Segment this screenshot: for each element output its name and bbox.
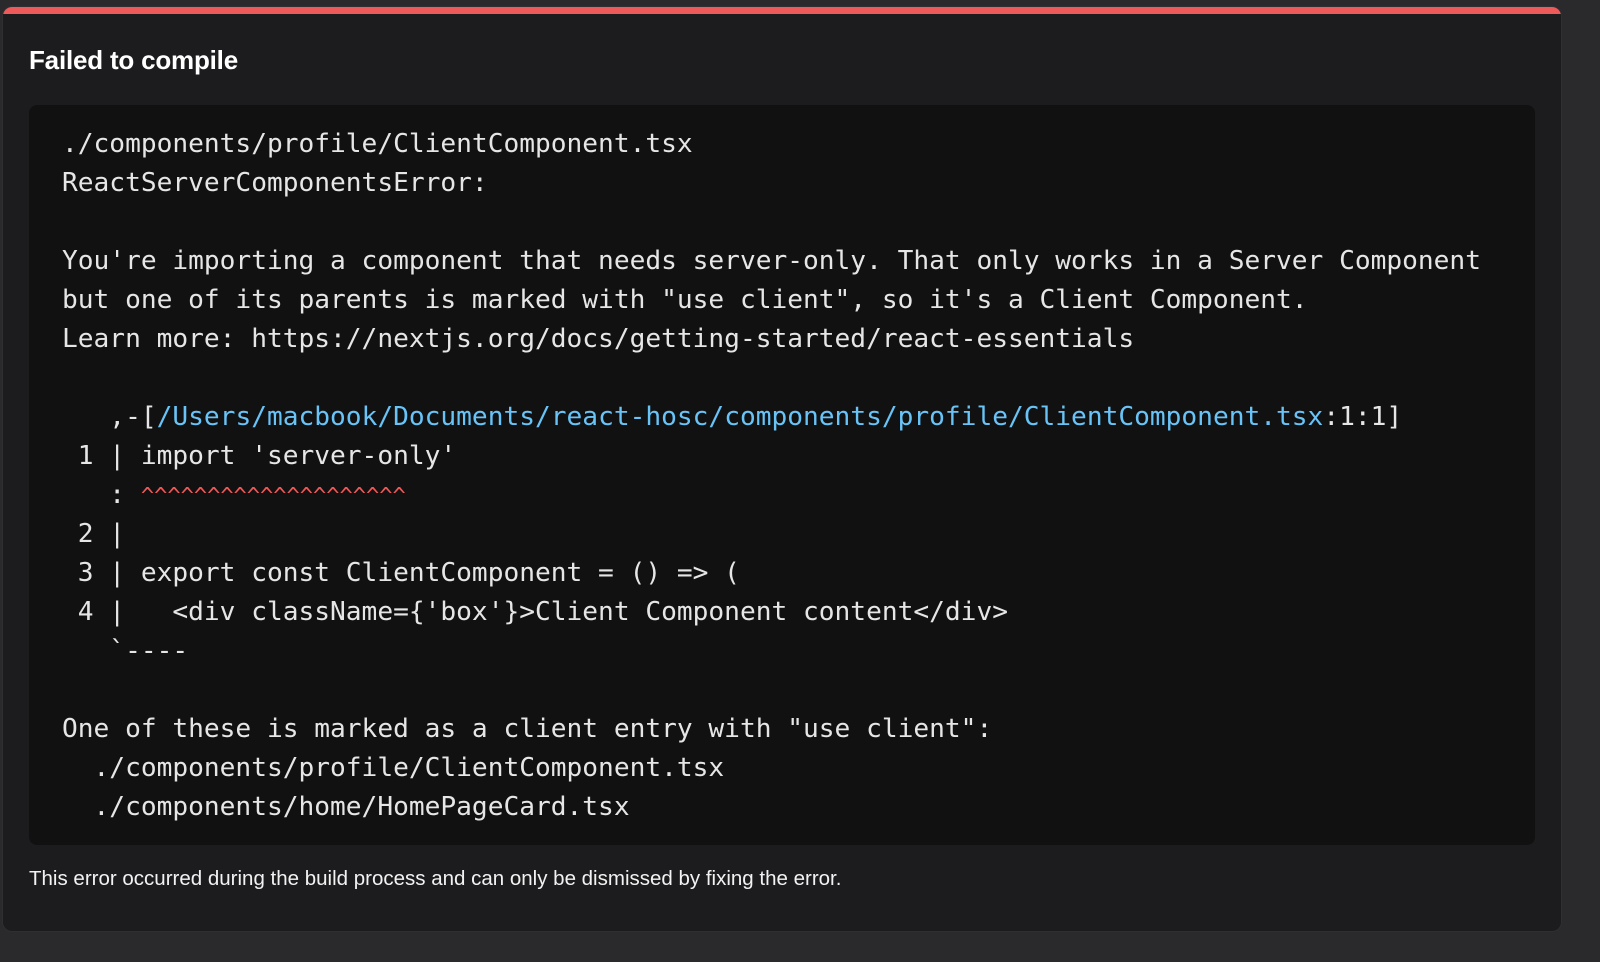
error-dialog: Failed to compile ./components/profile/C… bbox=[2, 6, 1562, 932]
code-line-2: 2 | bbox=[62, 519, 126, 549]
error-output: ./components/profile/ClientComponent.tsx… bbox=[62, 125, 1481, 827]
code-line-4: 4 | <div className={'box'}>Client Compon… bbox=[62, 597, 1008, 627]
error-overlay: Failed to compile ./components/profile/C… bbox=[0, 0, 1600, 962]
client-entry-item: ./components/profile/ClientComponent.tsx bbox=[62, 753, 725, 783]
code-frame-footer: `---- bbox=[62, 636, 189, 666]
code-frame-suffix: :1:1] bbox=[1323, 402, 1403, 432]
error-file-path: ./components/profile/ClientComponent.tsx bbox=[62, 129, 693, 159]
dialog-title: Failed to compile bbox=[29, 45, 238, 75]
error-message-line-2: but one of its parents is marked with "u… bbox=[62, 285, 1308, 315]
error-accent-bar bbox=[3, 7, 1561, 14]
code-marker-prefix: : bbox=[62, 480, 141, 510]
client-entry-intro: One of these is marked as a client entry… bbox=[62, 714, 993, 744]
error-squiggle-underline: ^^^^^^^^^^^^^^^^^^^^ bbox=[140, 484, 406, 509]
code-line-3: 3 | export const ClientComponent = () =>… bbox=[62, 558, 740, 588]
code-frame-header: ,-[/Users/macbook/Documents/react-hosc/c… bbox=[62, 398, 1481, 437]
error-code-block[interactable]: ./components/profile/ClientComponent.tsx… bbox=[29, 105, 1535, 845]
code-frame-prefix: ,-[ bbox=[62, 402, 157, 432]
dialog-footer-note: This error occurred during the build pro… bbox=[29, 867, 842, 890]
code-marker-line: : ^^^^^^^^^^^^^^^^^^^^ bbox=[62, 476, 1481, 515]
code-line-1: 1 | import 'server-only' bbox=[62, 441, 457, 471]
learn-more-link[interactable]: Learn more: https://nextjs.org/docs/gett… bbox=[62, 320, 1481, 359]
client-entry-item: ./components/home/HomePageCard.tsx bbox=[62, 792, 630, 822]
error-type: ReactServerComponentsError: bbox=[62, 168, 488, 198]
error-message-line-1: You're importing a component that needs … bbox=[62, 246, 1481, 276]
code-frame-path-link[interactable]: /Users/macbook/Documents/react-hosc/comp… bbox=[157, 402, 1324, 432]
